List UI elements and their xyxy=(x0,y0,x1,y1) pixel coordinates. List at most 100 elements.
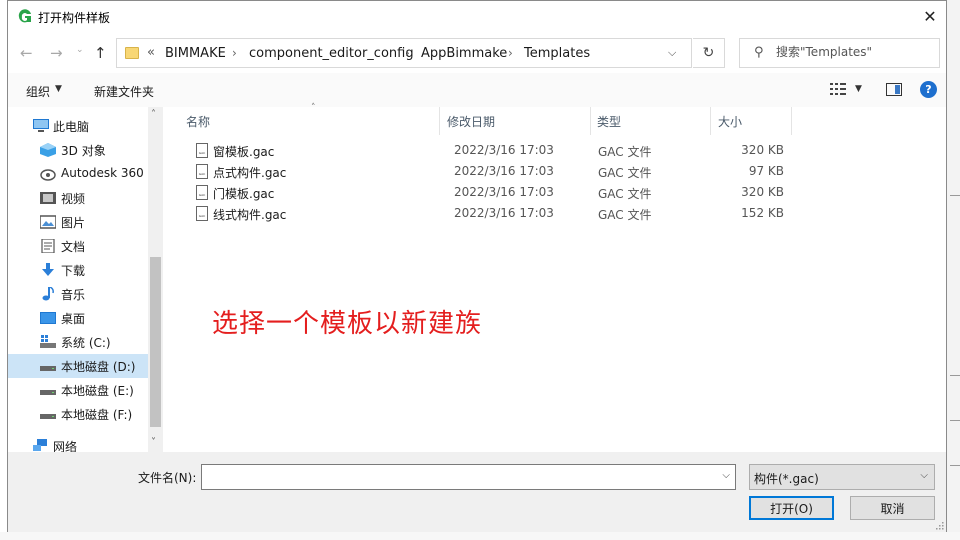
computer-icon xyxy=(33,119,49,132)
recent-locations-chevron-icon[interactable]: ⌄ xyxy=(76,45,84,55)
file-row[interactable]: 线式构件.gac 2022/3/16 17:03 GAC 文件 152 KB xyxy=(163,203,946,224)
organize-button[interactable]: 组织 xyxy=(26,83,50,100)
forward-arrow-icon[interactable]: → xyxy=(50,44,63,62)
drive-icon xyxy=(40,366,56,371)
sidebar-item-music[interactable]: 音乐 xyxy=(8,282,148,306)
address-bar[interactable]: « BIMMAKE › component_editor_config › Ap… xyxy=(116,38,692,68)
sidebar-item-autodesk-360[interactable]: Autodesk 360 xyxy=(8,162,148,186)
sidebar-item-label: 系统 (C:) xyxy=(61,336,111,350)
sidebar-item-3d-objects[interactable]: 3D 对象 xyxy=(8,138,148,162)
sidebar-item-label: 音乐 xyxy=(61,288,86,302)
preview-pane-icon[interactable] xyxy=(886,83,902,96)
search-box[interactable]: ⚲ xyxy=(739,38,940,68)
view-caret-icon[interactable]: ▼ xyxy=(855,84,862,94)
sidebar-item-desktop[interactable]: 桌面 xyxy=(8,306,148,330)
column-divider[interactable] xyxy=(590,107,591,135)
file-name: 窗模板.gac xyxy=(213,145,275,159)
column-header-size[interactable]: 大小 xyxy=(718,113,742,130)
videos-icon xyxy=(40,192,56,204)
sidebar-item-system-c[interactable]: 系统 (C:) xyxy=(8,330,148,354)
file-date: 2022/3/16 17:03 xyxy=(454,164,554,178)
resize-grip-icon[interactable] xyxy=(934,520,944,530)
refresh-icon: ↻ xyxy=(702,45,715,61)
sidebar-item-label: 下载 xyxy=(61,264,86,278)
file-size: 152 KB xyxy=(741,206,784,220)
breadcrumb-separator-icon[interactable]: › xyxy=(405,46,410,60)
column-divider[interactable] xyxy=(439,107,440,135)
gac-file-icon xyxy=(196,185,208,200)
scroll-down-icon[interactable]: ˅ xyxy=(151,437,156,448)
up-arrow-icon[interactable]: ↑ xyxy=(94,44,107,62)
sidebar-item-videos[interactable]: 视频 xyxy=(8,186,148,210)
view-options-icon[interactable] xyxy=(830,83,848,95)
scroll-up-icon[interactable]: ˄ xyxy=(151,109,156,120)
file-row[interactable]: 门模板.gac 2022/3/16 17:03 GAC 文件 320 KB xyxy=(163,182,946,203)
back-arrow-icon[interactable]: ← xyxy=(20,44,33,62)
breadcrumb-separator-icon[interactable]: › xyxy=(508,46,513,60)
breadcrumb-appbimmake[interactable]: AppBimmake xyxy=(421,46,507,61)
filename-combobox[interactable]: ⌵ xyxy=(201,464,736,490)
background-mark xyxy=(950,375,960,376)
sidebar-scrollbar[interactable]: ˄ ˅ xyxy=(148,107,163,452)
cancel-button[interactable]: 取消 xyxy=(850,496,935,520)
search-input[interactable] xyxy=(776,45,936,59)
overflow-chevron-icon[interactable]: « xyxy=(147,45,155,60)
column-divider[interactable] xyxy=(791,107,792,135)
breadcrumb-bimmake[interactable]: BIMMAKE xyxy=(165,46,226,61)
app-logo-icon xyxy=(18,9,31,23)
column-header-name[interactable]: 名称 xyxy=(186,113,210,130)
filename-dropdown-icon[interactable]: ⌵ xyxy=(722,470,730,481)
sidebar-item-label: Autodesk 360 xyxy=(61,166,144,180)
command-toolbar: 组织 ▼ 新建文件夹 ▼ ? xyxy=(8,73,946,107)
instruction-annotation: 选择一个模板以新建族 xyxy=(212,309,483,339)
address-dropdown-icon[interactable]: ⌵ xyxy=(668,46,676,60)
sidebar-item-label: 桌面 xyxy=(61,312,86,326)
column-divider[interactable] xyxy=(710,107,711,135)
desktop-icon xyxy=(40,312,56,324)
music-icon xyxy=(42,287,54,301)
filename-input[interactable] xyxy=(206,469,706,483)
breadcrumb-templates[interactable]: Templates xyxy=(524,46,590,61)
autodesk-cloud-icon xyxy=(40,169,56,181)
organize-caret-icon[interactable]: ▼ xyxy=(55,84,62,94)
3d-objects-icon xyxy=(40,143,56,157)
file-row[interactable]: 点式构件.gac 2022/3/16 17:03 GAC 文件 97 KB xyxy=(163,161,946,182)
close-button[interactable]: ✕ xyxy=(914,1,946,31)
sort-ascending-icon: ˄ xyxy=(311,103,316,113)
new-folder-button[interactable]: 新建文件夹 xyxy=(94,83,154,100)
refresh-button[interactable]: ↻ xyxy=(693,38,725,68)
file-size: 320 KB xyxy=(741,143,784,157)
sidebar-item-label: 本地磁盘 (E:) xyxy=(61,384,134,398)
help-icon[interactable]: ? xyxy=(920,81,937,98)
file-type: GAC 文件 xyxy=(598,208,652,222)
title-bar[interactable]: 打开构件样板 ✕ xyxy=(8,1,946,33)
breadcrumb-component-editor-config[interactable]: component_editor_config xyxy=(249,46,414,61)
drive-icon xyxy=(40,414,56,419)
sidebar-item-pictures[interactable]: 图片 xyxy=(8,210,148,234)
sidebar-item-local-disk-f[interactable]: 本地磁盘 (F:) xyxy=(8,402,148,426)
file-row[interactable]: 窗模板.gac 2022/3/16 17:03 GAC 文件 320 KB xyxy=(163,140,946,161)
sidebar-item-local-disk-e[interactable]: 本地磁盘 (E:) xyxy=(8,378,148,402)
file-name: 点式构件.gac xyxy=(213,166,287,180)
folder-icon xyxy=(125,47,139,59)
column-header-date[interactable]: 修改日期 xyxy=(447,113,495,130)
file-type: GAC 文件 xyxy=(598,145,652,159)
sidebar-item-local-disk-d[interactable]: 本地磁盘 (D:) xyxy=(8,354,148,378)
scrollbar-thumb[interactable] xyxy=(150,257,161,427)
sidebar-item-label: 3D 对象 xyxy=(61,144,106,158)
file-date: 2022/3/16 17:03 xyxy=(454,143,554,157)
open-button[interactable]: 打开(O) xyxy=(749,496,834,520)
chevron-down-icon: ⌵ xyxy=(920,470,928,481)
network-icon xyxy=(33,439,47,451)
breadcrumb-separator-icon[interactable]: › xyxy=(232,46,237,60)
background-strip xyxy=(0,532,960,540)
sidebar-item-this-pc[interactable]: 此电脑 xyxy=(8,114,148,138)
filetype-select[interactable]: 构件(*.gac) ⌵ xyxy=(749,464,935,490)
file-type: GAC 文件 xyxy=(598,166,652,180)
file-date: 2022/3/16 17:03 xyxy=(454,206,554,220)
sidebar-item-documents[interactable]: 文档 xyxy=(8,234,148,258)
sidebar-item-downloads[interactable]: 下载 xyxy=(8,258,148,282)
column-header-type[interactable]: 类型 xyxy=(597,113,621,130)
drive-icon xyxy=(40,390,56,395)
window-title: 打开构件样板 xyxy=(38,11,111,25)
